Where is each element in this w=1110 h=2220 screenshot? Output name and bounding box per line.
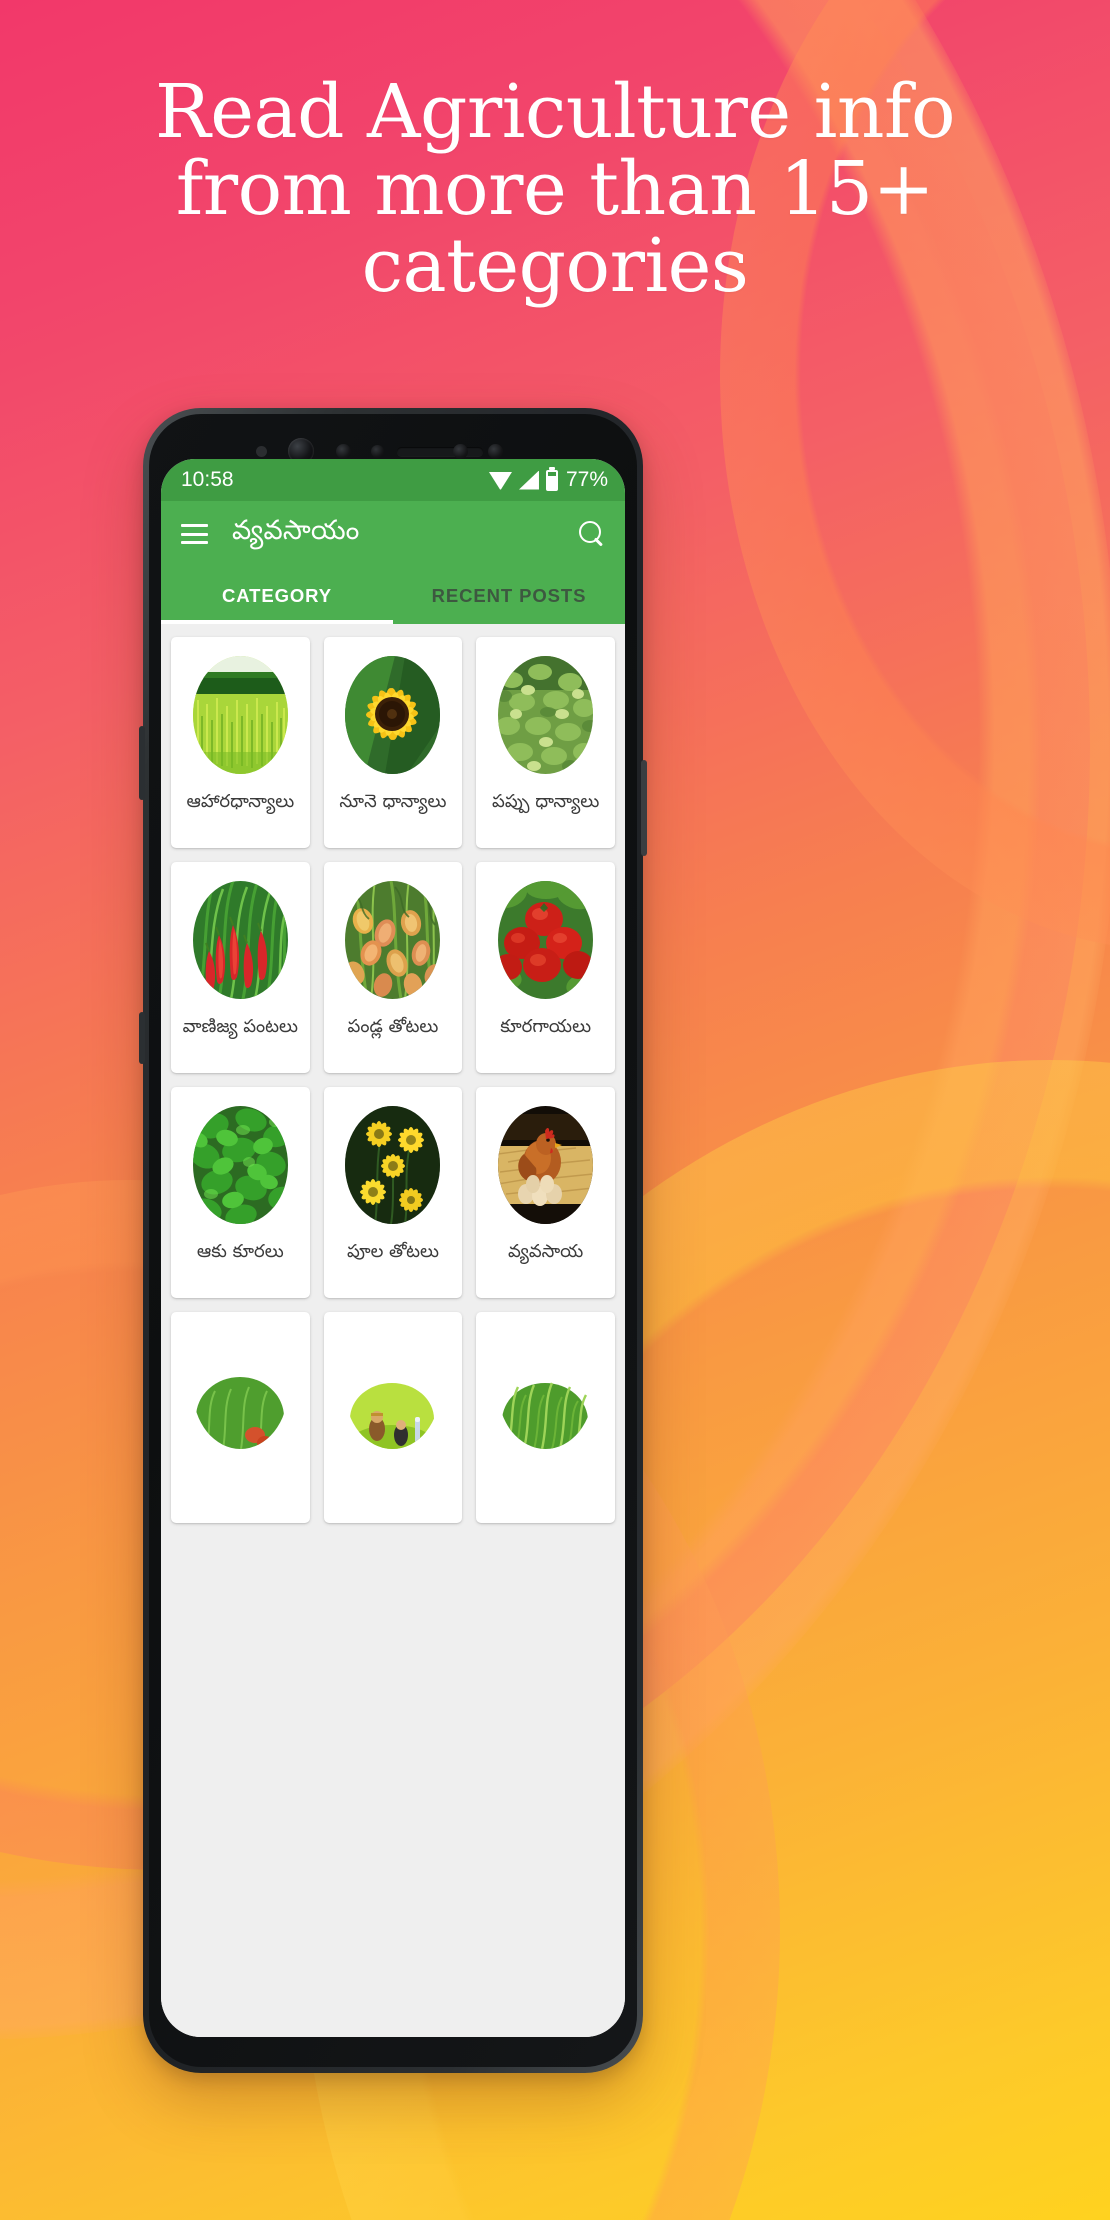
category-thumbnail-leafy-greens	[192, 1106, 288, 1224]
status-bar: 10:58 77%	[161, 459, 625, 501]
promo-headline-line-3: categories	[361, 222, 749, 309]
category-thumbnail-hen-with-eggs	[498, 1106, 594, 1224]
category-card[interactable]: నూనె ధాన్యాలు	[323, 637, 463, 848]
phone-mockup: 10:58 77% వ్యవసాయం CATEGORY RECENT POSTS	[139, 408, 647, 2073]
hamburger-menu-icon[interactable]	[181, 524, 208, 544]
category-card[interactable]: కూరగాయలు	[476, 862, 615, 1073]
promo-headline-line-1: Read Agriculture info	[155, 69, 956, 155]
app-title: వ్యవసాయం	[232, 515, 360, 546]
battery-percent-label: 77%	[565, 468, 608, 491]
earpiece-speaker-icon	[397, 447, 483, 456]
category-thumbnail-green-pulses	[498, 656, 594, 774]
category-grid-area[interactable]: ఆహారధాన్యాలు నూనె ధాన్యాలు పప్పు ధాన్యాల…	[161, 624, 625, 2037]
category-label: ఆకు కూరలు	[196, 1241, 284, 1262]
category-card[interactable]: ఆహారధాన్యాలు	[171, 637, 310, 848]
promo-headline-line-2: from more than 15+	[175, 145, 935, 232]
category-card[interactable]	[171, 1312, 310, 1523]
category-label: ఆహారధాన్యాలు	[186, 791, 295, 812]
category-thumbnail-tomatoes	[498, 881, 594, 999]
app-bar: వ్యవసాయం	[161, 501, 625, 567]
search-icon[interactable]	[579, 521, 605, 547]
category-thumbnail-grass-field	[192, 1331, 288, 1449]
category-label: కూరగాయలు	[500, 1016, 592, 1037]
category-label: పప్పు ధాన్యాలు	[492, 791, 600, 812]
category-card[interactable]: ఆకు కూరలు	[171, 1087, 310, 1298]
proximity-sensor-icon	[256, 446, 267, 457]
category-card[interactable]	[323, 1312, 463, 1523]
category-thumbnail-farmer-cartoon	[345, 1331, 441, 1449]
tab-category[interactable]: CATEGORY	[161, 567, 393, 624]
phone-screen: 10:58 77% వ్యవసాయం CATEGORY RECENT POSTS	[161, 459, 625, 2037]
sensor-dot-icon	[453, 444, 468, 459]
category-thumbnail-sunflower	[345, 656, 441, 774]
signal-icon	[518, 470, 539, 490]
sensor-dot-icon	[488, 444, 503, 459]
category-card[interactable]: పండ్ల తోటలు	[323, 862, 463, 1073]
sensor-dot-icon	[371, 445, 384, 458]
category-label: వ్యవసాయ	[507, 1241, 584, 1262]
category-thumbnail-yellow-flowers	[345, 1106, 441, 1224]
category-label: పూల తోటలు	[347, 1241, 439, 1262]
promo-headline: Read Agriculture info from more than 15+…	[0, 74, 1110, 305]
category-grid: ఆహారధాన్యాలు నూనె ధాన్యాలు పప్పు ధాన్యాల…	[171, 637, 615, 1523]
category-label: వాణిజ్య పంటలు	[182, 1016, 298, 1037]
phone-secondary-button[interactable]	[139, 1012, 145, 1064]
category-thumbnail-mango-orchard	[345, 881, 441, 999]
tab-recent-posts[interactable]: RECENT POSTS	[393, 567, 625, 624]
category-card[interactable]: వ్యవసాయ	[476, 1087, 615, 1298]
phone-volume-button[interactable]	[139, 726, 145, 800]
phone-power-button[interactable]	[641, 760, 647, 856]
category-card[interactable]: పప్పు ధాన్యాలు	[476, 637, 615, 848]
category-thumbnail-paddy-field	[192, 656, 288, 774]
tab-active-indicator	[161, 620, 393, 624]
status-bar-indicators: 77%	[488, 468, 608, 492]
category-card[interactable]: పూల తోటలు	[323, 1087, 463, 1298]
category-card[interactable]: వాణిజ్య పంటలు	[171, 862, 310, 1073]
battery-icon	[545, 469, 558, 491]
status-bar-time: 10:58	[181, 468, 234, 491]
category-label: పండ్ల తోటలు	[347, 1016, 439, 1037]
category-label: నూనె ధాన్యాలు	[339, 791, 447, 812]
tab-bar: CATEGORY RECENT POSTS	[161, 567, 625, 624]
wifi-icon	[488, 472, 512, 490]
category-card[interactable]	[476, 1312, 615, 1523]
category-thumbnail-red-chilies	[192, 881, 288, 999]
category-thumbnail-paddy-crop	[498, 1331, 594, 1449]
sensor-dot-icon	[336, 444, 351, 459]
